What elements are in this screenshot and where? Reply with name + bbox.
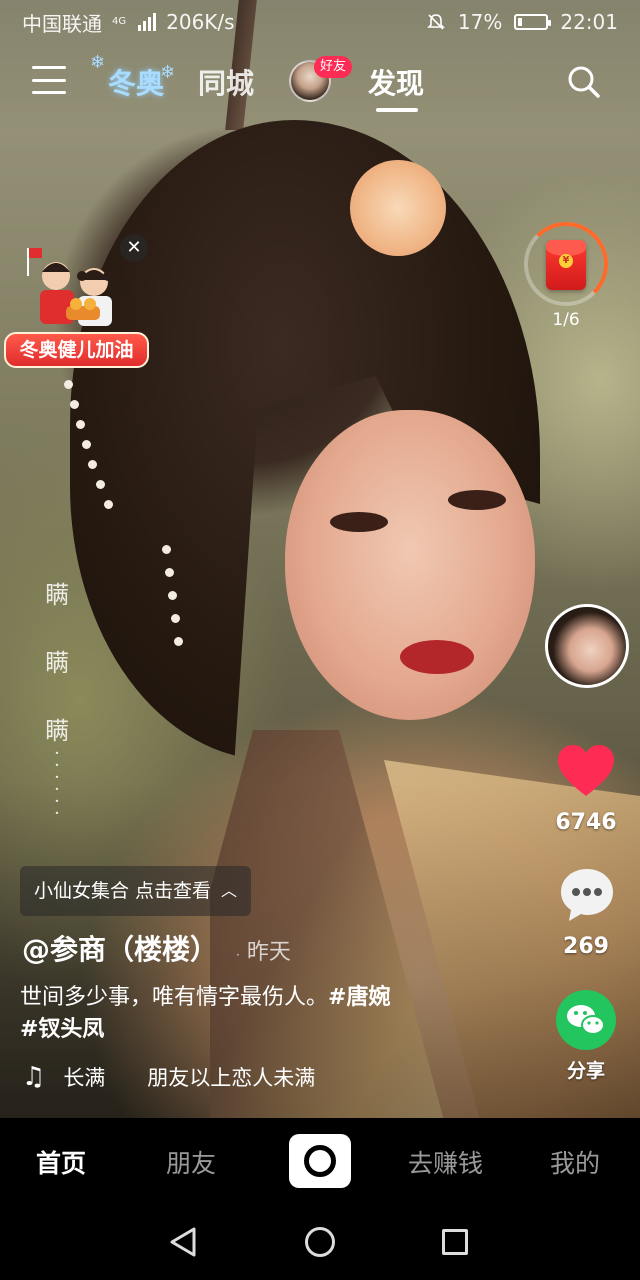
creator-avatar[interactable] — [545, 604, 629, 688]
hashtag[interactable]: #唐婉 — [328, 985, 390, 1010]
share-label: 分享 — [566, 1060, 605, 1082]
network-speed: 206K/s — [166, 10, 235, 34]
tab-me[interactable]: 我的 — [550, 1144, 600, 1180]
network-type: 4G — [112, 16, 127, 27]
post-time-text: 昨天 — [246, 940, 291, 965]
carrier: 中国联通 — [22, 11, 102, 36]
cheering-kids-icon — [27, 248, 113, 326]
caption-dots: · · · · · · — [54, 743, 60, 824]
promo-label: 冬奥健儿加油 — [4, 332, 149, 368]
post-time: · 昨天 — [236, 940, 291, 965]
wechat-icon — [567, 1005, 605, 1035]
heart-icon[interactable] — [556, 744, 616, 800]
bottom-tab-bar: 首页 朋友 去赚钱 我的 — [0, 1118, 640, 1204]
red-packet-icon: ¥ — [546, 240, 586, 290]
description-text: 世间多少事，唯有情字最伤人。 — [20, 985, 329, 1010]
status-right: 17% 22:01 — [426, 10, 618, 34]
friend-badge: 好友 — [314, 56, 353, 78]
like-count: 6746 — [555, 810, 617, 835]
clock: 22:01 — [560, 10, 618, 34]
tab-home[interactable]: 首页 — [36, 1144, 86, 1180]
snowflake-icon: ❄ — [90, 52, 106, 73]
caption-char: 瞒 — [45, 581, 69, 609]
caption-char: 瞒 — [45, 649, 69, 677]
close-icon[interactable]: ✕ — [120, 234, 148, 262]
tab-friends[interactable]: 朋友 — [166, 1144, 216, 1180]
author-name[interactable]: @参商（楼楼） — [22, 928, 218, 968]
menu-icon[interactable] — [32, 66, 66, 94]
tab-discover[interactable]: 发现 — [368, 62, 424, 102]
vertical-caption: 瞒 瞒 瞒 · · · · · · — [44, 578, 70, 824]
home-icon[interactable] — [305, 1227, 335, 1257]
signal-icon — [138, 13, 157, 31]
recent-apps-icon[interactable] — [442, 1229, 468, 1255]
tab-earn[interactable]: 去赚钱 — [408, 1144, 483, 1180]
author-line: @参商（楼楼） · 昨天 — [22, 928, 291, 968]
hashtag[interactable]: #钗头凤 — [20, 1017, 104, 1042]
music-line[interactable]: ♫ 长满 朋友以上恋人未满 — [22, 1062, 393, 1092]
record-icon — [304, 1145, 336, 1177]
collection-label: 小仙女集合 点击查看 — [34, 880, 212, 902]
screen: 瞒 瞒 瞒 · · · · · · 中国联通 4G 206K/s 17% 22:01 — [0, 0, 640, 1280]
comment-count: 269 — [563, 934, 609, 959]
red-packet-progress: 1/6 — [552, 310, 580, 330]
battery-percent: 17% — [457, 10, 503, 34]
olympic-promo[interactable]: ✕ 冬奥健儿加油 — [4, 232, 154, 372]
mute-bell-icon — [426, 14, 445, 30]
tab-winter-olympics[interactable]: 冬奥 — [108, 62, 164, 102]
back-icon[interactable] — [168, 1226, 198, 1258]
music-note-icon: ♫ — [22, 1062, 46, 1092]
tab-city[interactable]: 同城 — [198, 62, 254, 102]
music-title: 长满 朋友以上恋人未满 — [63, 1066, 316, 1090]
collection-chip[interactable]: 小仙女集合 点击查看 ︿ — [20, 866, 252, 916]
search-icon[interactable] — [566, 64, 602, 100]
active-tab-underline — [376, 108, 418, 112]
comment-icon[interactable] — [558, 866, 616, 924]
status-bar: 中国联通 4G 206K/s 17% 22:01 — [0, 0, 640, 44]
video-description: 世间多少事，唯有情字最伤人。#唐婉 #钗头凤 — [20, 982, 540, 1046]
share-button[interactable] — [556, 990, 616, 1050]
battery-icon — [514, 14, 552, 30]
red-packet-button[interactable]: ¥ — [524, 222, 608, 306]
system-nav-bar — [0, 1204, 640, 1280]
chevron-up-icon: ︿ — [221, 881, 238, 900]
top-nav: ❄ ❄ 冬奥 同城 好友 发现 — [0, 52, 640, 112]
record-button[interactable] — [289, 1134, 351, 1188]
battery-fill — [518, 18, 523, 26]
status-left: 中国联通 4G 206K/s — [22, 8, 235, 37]
